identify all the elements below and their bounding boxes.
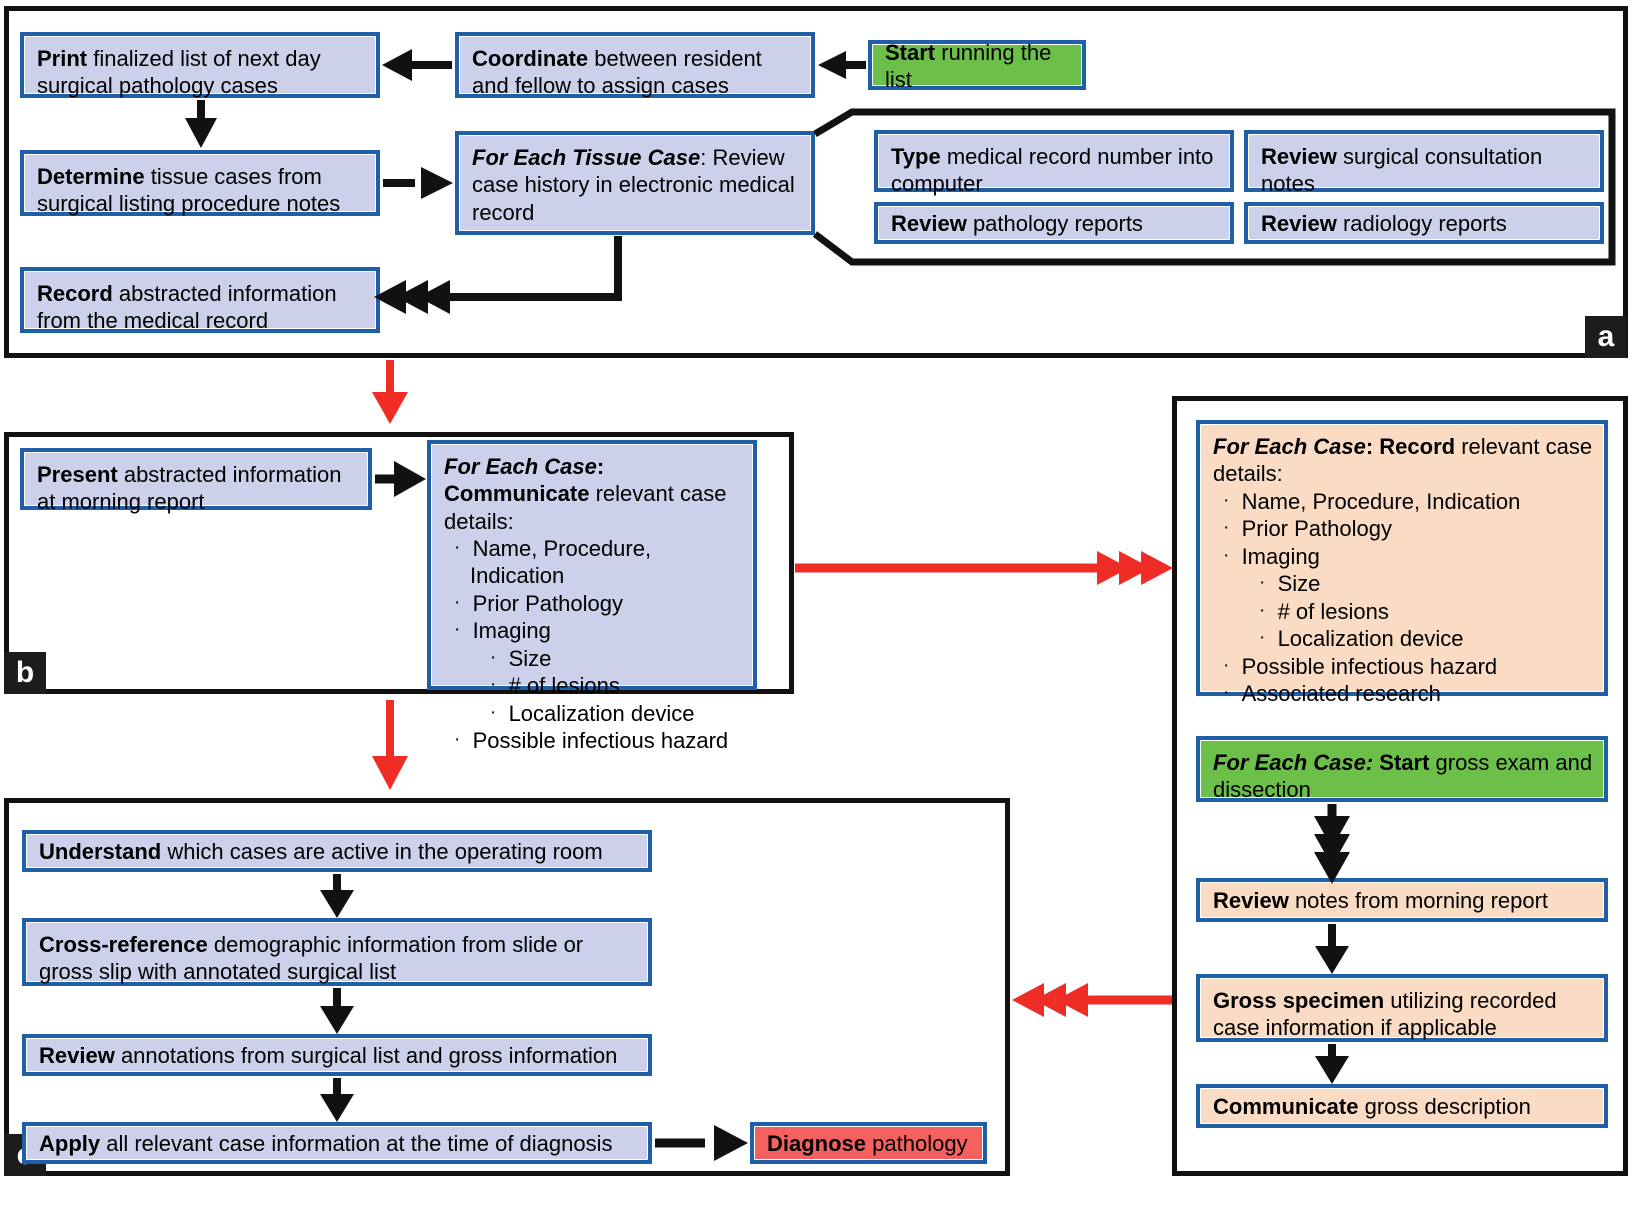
box-determine[interactable]: Determine tissue cases from surgical lis… <box>20 150 380 216</box>
bullet-item: · Associated research <box>1223 681 1441 707</box>
box-review-morning-notes[interactable]: Review notes from morning report <box>1196 878 1608 922</box>
bullet-item: · Name, Procedure, Indication <box>454 535 652 589</box>
box-coordinate-text: Coordinate between resident and fellow t… <box>472 46 762 99</box>
box-review-path-reports[interactable]: Review pathology reports <box>874 202 1234 244</box>
box-apply-text: Apply all relevant case information at t… <box>39 1131 613 1157</box>
red-arrow-panel-b-to-c <box>372 700 408 790</box>
box-review-consult-notes-text: Review surgical consultation notes <box>1261 144 1543 197</box>
box-start-text: Start running the list <box>885 39 1052 92</box>
bullet-subitem: · Size <box>1259 571 1321 597</box>
box-cross-reference-text: Cross-reference demographic information … <box>39 932 584 985</box>
figure-canvas: a Start running the list Coordinate betw… <box>0 0 1632 1218</box>
box-communicate-gross-text: Communicate gross description <box>1213 1094 1531 1120</box>
bullet-item: · Name, Procedure, Indication <box>1223 488 1521 514</box>
box-review-path-reports-text: Review pathology reports <box>891 211 1143 237</box>
box-start-gross-exam-text: For Each Case: Start gross exam and diss… <box>1213 750 1593 803</box>
box-print-text: Print finalized list of next day surgica… <box>37 46 321 99</box>
box-review-rad-reports-text: Review radiology reports <box>1261 211 1507 237</box>
bullet-item: · Prior Pathology <box>454 590 623 616</box>
box-type-mrn[interactable]: Type medical record number into computer <box>874 130 1234 196</box>
box-for-each-tissue-case[interactable]: For Each Tissue Case: Review case histor… <box>455 131 815 235</box>
box-present-abstracted-text: Present abstracted information at mornin… <box>37 462 342 515</box>
box-understand-text: Understand which cases are active in the… <box>39 839 603 865</box>
red-arrow-panel-b-to-right-panel <box>795 551 1173 585</box>
box-determine-text: Determine tissue cases from surgical lis… <box>37 164 341 217</box>
red-arrow-panel-a-to-b <box>372 360 408 424</box>
box-review-morning-notes-text: Review notes from morning report <box>1213 888 1549 914</box>
box-diagnose-pathology-text: Diagnose pathology <box>767 1131 968 1157</box>
box-review-consult-notes[interactable]: Review surgical consultation notes <box>1244 130 1604 196</box>
bullet-subitem: · # of lesions <box>490 673 620 699</box>
bullet-subitem: · # of lesions <box>1259 598 1389 624</box>
box-print[interactable]: Print finalized list of next day surgica… <box>20 32 380 98</box>
box-review-annotations[interactable]: Review annotations from surgical list an… <box>22 1034 652 1076</box>
box-understand[interactable]: Understand which cases are active in the… <box>22 830 652 872</box>
bullet-subitem: · Localization device <box>1259 626 1464 652</box>
bullet-item: · Imaging <box>454 618 551 644</box>
box-for-each-case-communicate-head: For Each Case: Communicate relevant case… <box>444 454 727 534</box>
box-for-each-case-record-head: For Each Case: Record relevant case deta… <box>1213 434 1593 487</box>
box-review-annotations-text: Review annotations from surgical list an… <box>39 1043 618 1069</box>
bullet-item: · Prior Pathology <box>1223 516 1392 542</box>
bullet-item: · Possible infectious hazard <box>454 728 729 754</box>
box-diagnose-pathology[interactable]: Diagnose pathology <box>750 1122 987 1164</box>
box-for-each-tissue-case-text: For Each Tissue Case: Review case histor… <box>472 145 795 225</box>
box-cross-reference[interactable]: Cross-reference demographic information … <box>22 918 652 986</box>
box-for-each-case-communicate[interactable]: For Each Case: Communicate relevant case… <box>427 440 757 753</box>
box-gross-specimen[interactable]: Gross specimen utilizing recorded case i… <box>1196 974 1608 1042</box>
bullet-item: · Possible infectious hazard <box>1223 653 1498 679</box>
box-start[interactable]: Start running the list <box>868 40 1086 92</box>
bullet-subitem: · Size <box>490 645 552 671</box>
box-coordinate[interactable]: Coordinate between resident and fellow t… <box>455 32 815 98</box>
box-for-each-case-record[interactable]: For Each Case: Record relevant case deta… <box>1196 420 1608 706</box>
panel-a-label: a <box>1585 316 1627 358</box>
red-arrow-right-panel-to-c <box>1012 983 1172 1017</box>
panel-b-label: b <box>4 652 46 694</box>
box-start-gross-exam[interactable]: For Each Case: Start gross exam and diss… <box>1196 736 1608 802</box>
box-record-abstracted-text: Record abstracted information from the m… <box>37 281 337 334</box>
bullet-subitem: · Localization device <box>490 700 695 726</box>
box-gross-specimen-text: Gross specimen utilizing recorded case i… <box>1213 988 1557 1041</box>
box-record-abstracted[interactable]: Record abstracted information from the m… <box>20 267 380 333</box>
bullet-item: · Imaging <box>1223 543 1320 569</box>
box-present-abstracted[interactable]: Present abstracted information at mornin… <box>20 448 372 514</box>
box-type-mrn-text: Type medical record number into computer <box>891 144 1214 197</box>
box-communicate-gross[interactable]: Communicate gross description <box>1196 1084 1608 1128</box>
box-apply[interactable]: Apply all relevant case information at t… <box>22 1122 652 1164</box>
box-review-rad-reports[interactable]: Review radiology reports <box>1244 202 1604 244</box>
